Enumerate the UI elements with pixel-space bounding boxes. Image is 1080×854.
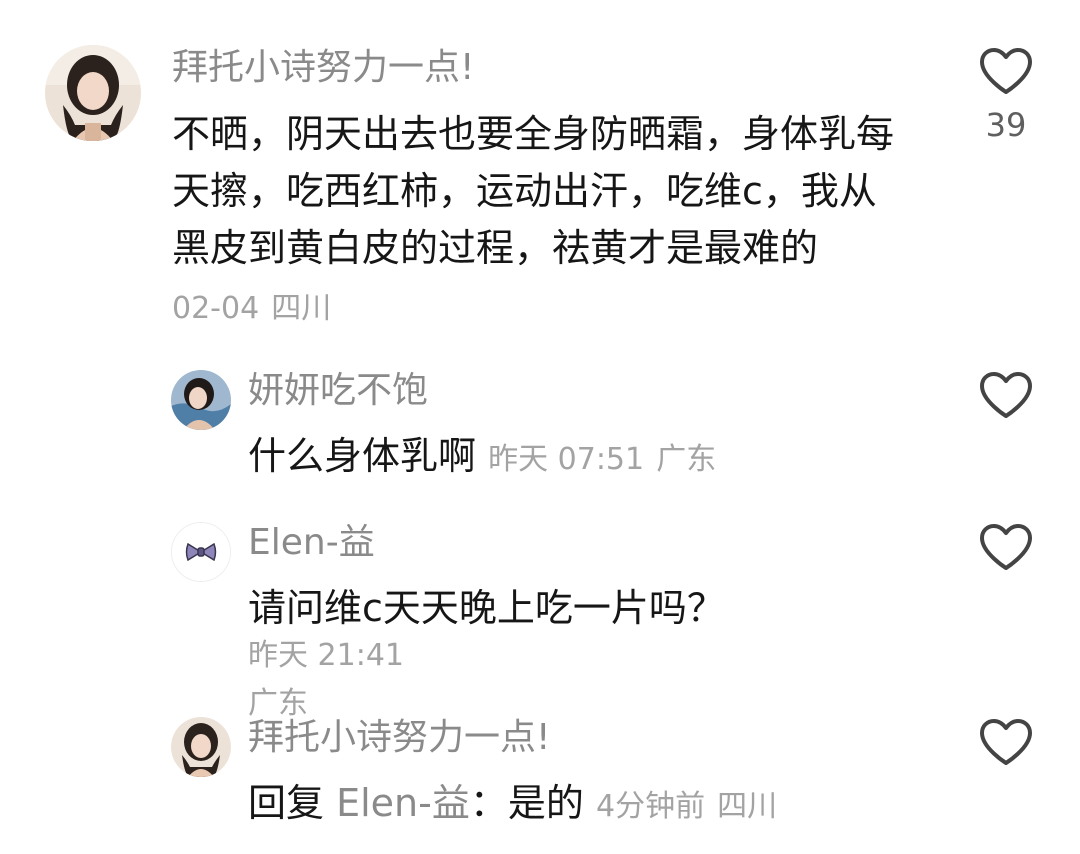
comment-location: 四川	[717, 789, 778, 824]
comment-text[interactable]: 请问维c天天晚上吃一片吗？	[248, 580, 725, 636]
user-avatar-photo-icon	[171, 370, 231, 430]
like-button[interactable]: 39	[972, 46, 1040, 144]
like-button[interactable]	[972, 370, 1040, 420]
comment-location: 广东	[656, 442, 717, 477]
avatar[interactable]	[171, 370, 231, 430]
bow-avatar-icon	[172, 523, 230, 581]
avatar[interactable]	[45, 45, 141, 141]
reply-prefix: 回复	[248, 781, 325, 825]
comment-text-block[interactable]: 回复 Elen-益：是的 4分钟前 四川	[248, 775, 777, 835]
comment-text: 是的	[507, 781, 584, 825]
comment-time: 02-04	[172, 291, 260, 326]
comment-time: 4分钟前	[595, 789, 706, 824]
heart-outline-icon	[978, 717, 1034, 767]
reply-target[interactable]: Elen-益	[336, 781, 470, 825]
comment-time: 昨天 21:41	[248, 638, 404, 673]
avatar[interactable]	[171, 522, 231, 582]
heart-outline-icon	[978, 370, 1034, 420]
comment-author[interactable]: 拜托小诗努力一点!	[248, 713, 550, 763]
comment-thread: 拜托小诗努力一点! 不晒，阴天出去也要全身防晒霜，身体乳每天擦，吃西红柿，运动出…	[0, 0, 1080, 854]
user-avatar-photo-icon	[171, 717, 231, 777]
reply-separator: ：	[469, 781, 508, 825]
comment-text: 什么身体乳啊	[248, 434, 477, 478]
comment-text: 不晒，阴天出去也要全身防晒霜，身体乳每天擦，吃西红柿，运动出汗，吃维c，我从黑皮…	[172, 112, 895, 270]
comment-time: 昨天 07:51	[488, 442, 645, 477]
comment-location: 四川	[271, 291, 332, 326]
comment-text-block[interactable]: 什么身体乳啊 昨天 07:51 广东	[248, 428, 716, 488]
like-count: 39	[985, 106, 1027, 144]
comment-author[interactable]: Elen-益	[248, 518, 375, 568]
comment-author[interactable]: 妍妍吃不饱	[248, 366, 428, 416]
like-button[interactable]	[972, 522, 1040, 572]
avatar[interactable]	[171, 717, 231, 777]
heart-outline-icon	[978, 522, 1034, 572]
like-button[interactable]	[972, 717, 1040, 767]
comment-text-block[interactable]: 不晒，阴天出去也要全身防晒霜，身体乳每天擦，吃西红柿，运动出汗，吃维c，我从黑皮…	[172, 106, 912, 337]
heart-outline-icon	[978, 46, 1034, 96]
comment-author[interactable]: 拜托小诗努力一点!	[172, 44, 474, 92]
user-avatar-photo-icon	[45, 45, 141, 141]
